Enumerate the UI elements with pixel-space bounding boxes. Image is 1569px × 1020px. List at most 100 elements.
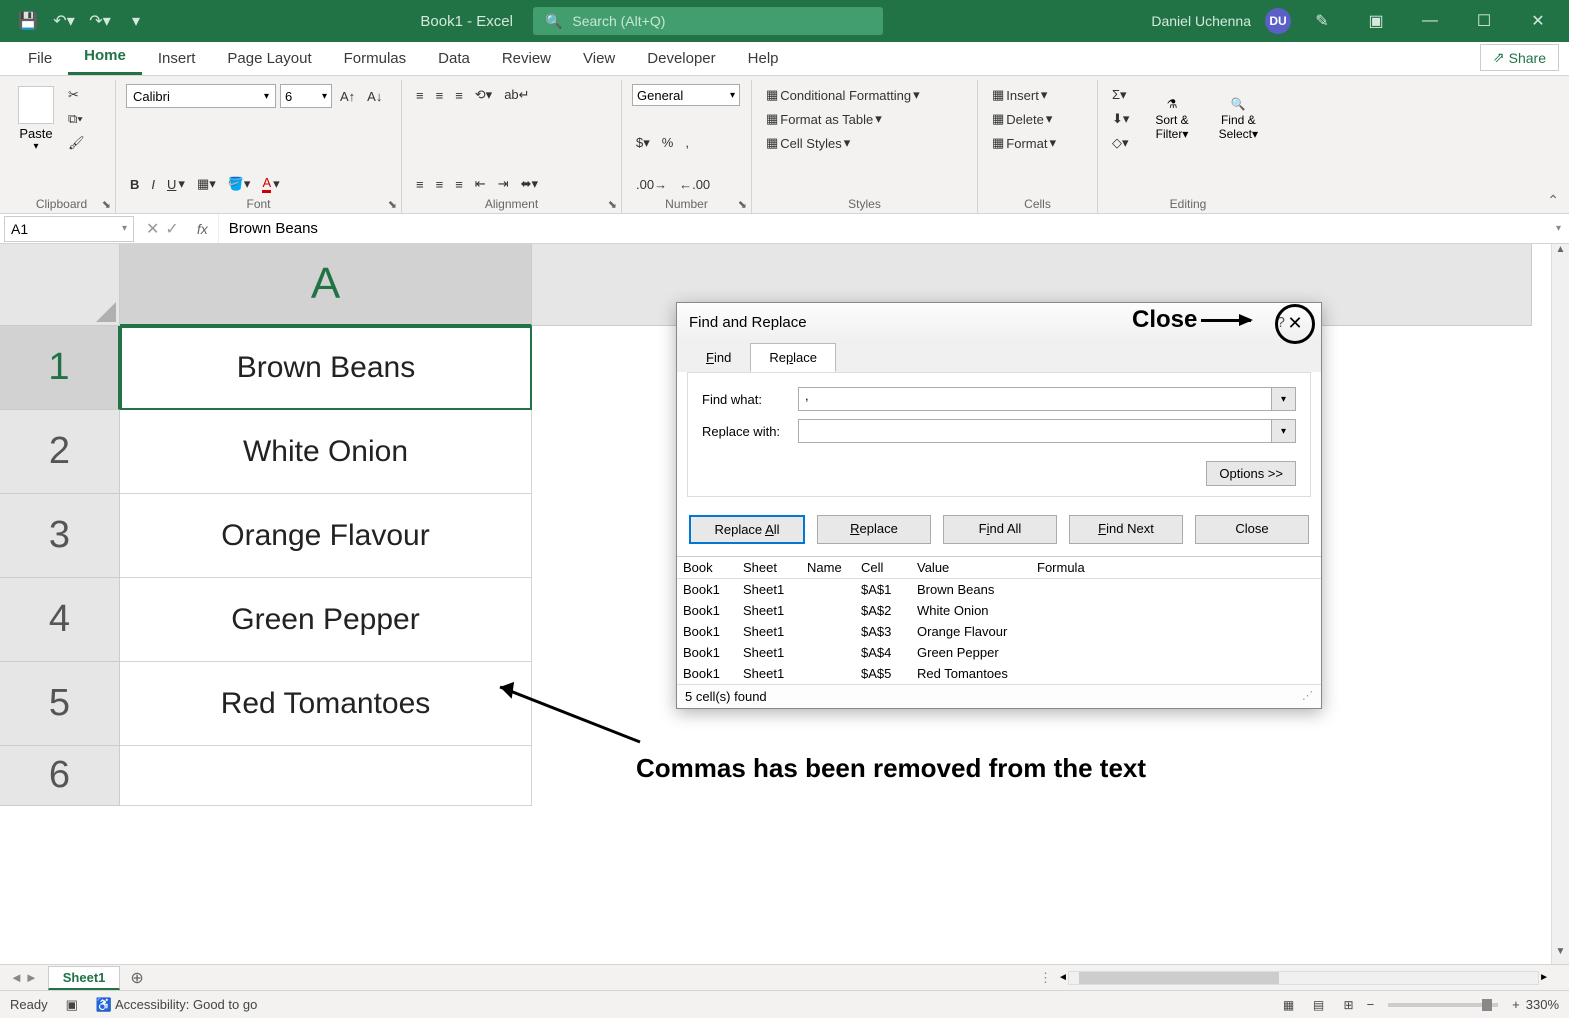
tab-find[interactable]: Find	[687, 343, 750, 372]
delete-cells-button[interactable]: ▦ Delete ▾	[988, 108, 1087, 130]
row-header[interactable]: 4	[0, 578, 120, 662]
row-header[interactable]: 3	[0, 494, 120, 578]
sort-filter-button[interactable]: Sort & Filter▾	[1145, 113, 1198, 141]
zoom-in-icon[interactable]: +	[1512, 997, 1520, 1012]
zoom-out-icon[interactable]: −	[1367, 997, 1375, 1012]
result-row[interactable]: Book1Sheet1$A$4Green Pepper	[677, 642, 1321, 663]
align-right-icon[interactable]: ≡	[451, 173, 467, 195]
expand-formula-bar-icon[interactable]: ▾	[1548, 223, 1569, 234]
find-what-dropdown[interactable]: ▾	[1272, 387, 1296, 411]
page-break-view-icon[interactable]: ⊞	[1337, 995, 1361, 1015]
currency-icon[interactable]: $▾	[632, 132, 654, 154]
decrease-indent-icon[interactable]: ⇤	[471, 173, 490, 195]
col-value[interactable]: Value	[911, 557, 1031, 578]
border-button[interactable]: ▦▾	[193, 173, 220, 195]
align-top-icon[interactable]: ≡	[412, 84, 428, 106]
col-name[interactable]: Name	[801, 557, 855, 578]
sort-filter-icon[interactable]: ⚗	[1145, 97, 1198, 111]
share-button[interactable]: ⇗ Share	[1480, 44, 1559, 71]
close-window-icon[interactable]: ✕	[1515, 0, 1561, 42]
launcher-icon[interactable]: ⬊	[102, 198, 111, 211]
launcher-icon[interactable]: ⬊	[388, 198, 397, 211]
align-middle-icon[interactable]: ≡	[432, 84, 448, 106]
save-icon[interactable]: 💾	[12, 5, 44, 37]
formula-input[interactable]: Brown Beans	[218, 214, 1548, 243]
maximize-icon[interactable]: ☐	[1461, 0, 1507, 42]
cell-a3[interactable]: Orange Flavour	[120, 494, 532, 578]
find-select-button[interactable]: Find & Select▾	[1209, 113, 1268, 141]
find-select-icon[interactable]: 🔍	[1209, 97, 1268, 111]
format-cells-button[interactable]: ▦ Format ▾	[988, 132, 1087, 154]
paste-button[interactable]: Paste ▾	[18, 86, 54, 152]
macro-rec-icon[interactable]: ▣	[66, 997, 78, 1013]
ribbon-mode-icon[interactable]: ▣	[1353, 0, 1399, 42]
cell-styles-button[interactable]: ▦ Cell Styles ▾	[762, 132, 967, 154]
cell-a6[interactable]	[120, 746, 532, 806]
percent-icon[interactable]: %	[658, 132, 678, 154]
launcher-icon[interactable]: ⬊	[608, 198, 617, 211]
italic-button[interactable]: I	[147, 173, 159, 195]
fill-icon[interactable]: ⬇▾	[1108, 108, 1133, 130]
tab-data[interactable]: Data	[422, 44, 486, 75]
scroll-up-icon[interactable]: ▲	[1552, 244, 1569, 262]
col-cell[interactable]: Cell	[855, 557, 911, 578]
tab-replace[interactable]: Replace	[750, 343, 836, 372]
replace-with-input[interactable]	[798, 419, 1272, 443]
result-row[interactable]: Book1Sheet1$A$1Brown Beans	[677, 579, 1321, 600]
font-size-select[interactable]: 6▾	[280, 84, 332, 108]
col-book[interactable]: Book	[677, 557, 737, 578]
format-table-button[interactable]: ▦ Format as Table ▾	[762, 108, 967, 130]
result-row[interactable]: Book1Sheet1$A$3Orange Flavour	[677, 621, 1321, 642]
result-row[interactable]: Book1Sheet1$A$2White Onion	[677, 600, 1321, 621]
pen-icon[interactable]: ✎	[1299, 0, 1345, 42]
tab-insert[interactable]: Insert	[142, 44, 212, 75]
scroll-right-icon[interactable]: ►	[1539, 972, 1549, 983]
scroll-thumb[interactable]	[1079, 972, 1279, 984]
redo-icon[interactable]: ↷▾	[84, 5, 116, 37]
cell-a2[interactable]: White Onion	[120, 410, 532, 494]
accessibility-status[interactable]: ♿ Accessibility: Good to go	[96, 997, 257, 1013]
tab-page-layout[interactable]: Page Layout	[211, 44, 327, 75]
replace-button[interactable]: Replace	[817, 515, 931, 544]
row-header[interactable]: 6	[0, 746, 120, 806]
tab-home[interactable]: Home	[68, 41, 142, 75]
normal-view-icon[interactable]: ▦	[1277, 995, 1301, 1015]
fx-icon[interactable]: fx	[187, 221, 218, 237]
tab-developer[interactable]: Developer	[631, 44, 731, 75]
select-all-button[interactable]	[0, 244, 120, 326]
underline-button[interactable]: U▾	[163, 173, 189, 195]
font-color-button[interactable]: A▾	[258, 173, 283, 195]
cancel-formula-icon[interactable]: ✕	[146, 219, 159, 239]
orientation-icon[interactable]: ⟲▾	[471, 84, 496, 106]
tab-file[interactable]: File	[12, 44, 68, 75]
clear-icon[interactable]: ◇▾	[1108, 132, 1133, 154]
find-next-button[interactable]: Find Next	[1069, 515, 1183, 544]
number-format-select[interactable]: General▾	[632, 84, 740, 106]
replace-with-dropdown[interactable]: ▾	[1272, 419, 1296, 443]
find-what-input[interactable]: ,	[798, 387, 1272, 411]
tab-help[interactable]: Help	[732, 44, 795, 75]
increase-font-icon[interactable]: A↑	[336, 85, 359, 107]
qat-more-icon[interactable]: ▾	[120, 5, 152, 37]
prev-sheet-icon[interactable]: ◄	[10, 970, 23, 985]
page-layout-view-icon[interactable]: ▤	[1307, 995, 1331, 1015]
row-header[interactable]: 5	[0, 662, 120, 746]
cut-icon[interactable]: ✂	[64, 84, 89, 106]
scroll-split-icon[interactable]: ⋮	[1039, 970, 1052, 986]
comma-icon[interactable]: ,	[681, 132, 693, 154]
collapse-ribbon-icon[interactable]: ⌃	[1547, 192, 1559, 209]
merge-center-icon[interactable]: ⬌▾	[517, 173, 542, 195]
increase-indent-icon[interactable]: ⇥	[494, 173, 513, 195]
name-box[interactable]: A1▾	[4, 216, 134, 242]
find-all-button[interactable]: Find All	[943, 515, 1057, 544]
dialog-close-button[interactable]: ✕	[1275, 304, 1315, 344]
launcher-icon[interactable]: ⬊	[738, 198, 747, 211]
font-name-select[interactable]: Calibri▾	[126, 84, 276, 108]
copy-icon[interactable]: ⧉▾	[64, 108, 89, 130]
close-button[interactable]: Close	[1195, 515, 1309, 544]
options-button[interactable]: Options >>	[1206, 461, 1296, 486]
scroll-left-icon[interactable]: ◄	[1058, 972, 1068, 983]
tab-formulas[interactable]: Formulas	[328, 44, 423, 75]
sheet-tab-sheet1[interactable]: Sheet1	[48, 966, 121, 990]
enter-formula-icon[interactable]: ✓	[165, 219, 178, 239]
